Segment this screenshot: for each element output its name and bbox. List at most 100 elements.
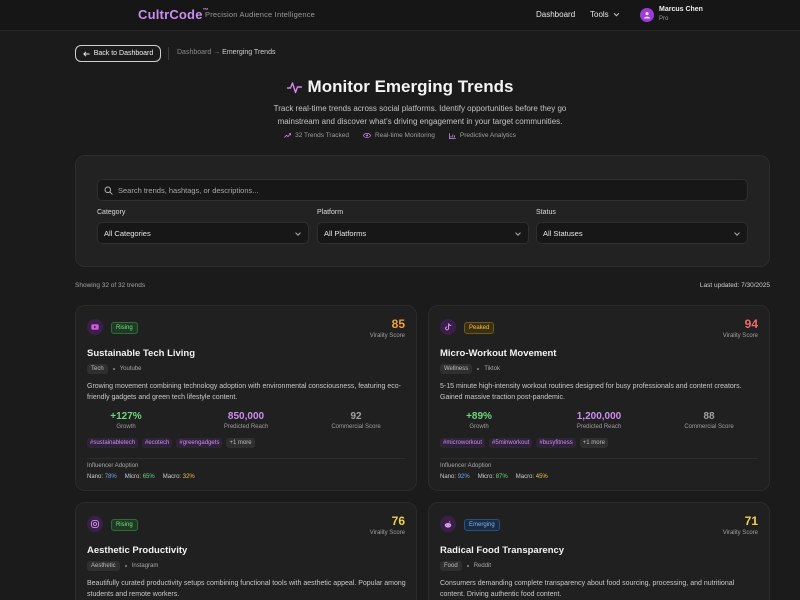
category-value: All Categories xyxy=(104,228,151,238)
search-input[interactable] xyxy=(118,185,718,195)
nano-adoption: Nano: 78% xyxy=(87,474,117,480)
chevron-down-icon xyxy=(613,10,619,17)
back-to-dashboard-button[interactable]: Back to Dashboard xyxy=(75,45,161,62)
search-box[interactable] xyxy=(97,179,748,201)
virality-score: 71 xyxy=(744,514,758,528)
status-badge: Rising xyxy=(111,322,138,334)
growth-value: +89% xyxy=(466,411,492,422)
hero-stats: 32 Trends Tracked Real-time Monitoring P… xyxy=(0,132,800,139)
breadcrumb-current: Emerging Trends xyxy=(222,49,276,56)
trend-title[interactable]: Sustainable Tech Living xyxy=(87,348,195,359)
trend-card[interactable]: Rising 76 Virality Score Aesthetic Produ… xyxy=(75,502,417,600)
arrow-left-icon xyxy=(82,50,90,57)
platform-name: Youtube xyxy=(119,366,142,372)
category-tag: Food xyxy=(440,561,462,571)
category-tag: Aesthetic xyxy=(87,561,120,571)
separator-dot xyxy=(112,368,115,370)
commercial-value: 88 xyxy=(703,411,715,422)
influencer-adoption-values: Nano: 92% Micro: 87% Macro: 45% xyxy=(440,474,548,480)
hashtag[interactable]: #busyfitness xyxy=(536,438,576,448)
top-navbar: CultrCode™ Precision Audience Intelligen… xyxy=(0,0,800,31)
platform-name: Reddit xyxy=(473,563,492,569)
brand-logo[interactable]: CultrCode™ xyxy=(138,7,209,22)
reach-metric: 850,000 Predicted Reach xyxy=(196,411,296,430)
nano-adoption: Nano: 92% xyxy=(440,474,470,480)
breadcrumb-root[interactable]: Dashboard xyxy=(177,49,211,56)
trend-title[interactable]: Micro-Workout Movement xyxy=(440,348,556,359)
reach-label: Predicted Reach xyxy=(576,424,622,430)
trend-card[interactable]: Emerging 71 Virality Score Radical Food … xyxy=(428,502,770,600)
eye-icon xyxy=(362,133,371,138)
page-description: Track real-time trends across social pla… xyxy=(273,104,567,126)
instagram-icon xyxy=(87,516,103,532)
growth-value: +127% xyxy=(110,411,142,422)
virality-score: 76 xyxy=(391,514,405,528)
reach-metric: 1,200,000 Predicted Reach xyxy=(549,411,649,430)
breadcrumb-divider xyxy=(168,47,169,60)
trend-title[interactable]: Aesthetic Productivity xyxy=(87,545,187,556)
trend-meta: Tech Youtube xyxy=(87,364,142,374)
growth-label: Growth xyxy=(116,424,136,430)
commercial-label: Commercial Score xyxy=(684,424,734,430)
status-badge: Emerging xyxy=(464,519,500,531)
commercial-value: 92 xyxy=(350,411,362,422)
status-label: Status xyxy=(536,209,556,216)
status-badge: Rising xyxy=(111,519,138,531)
commercial-metric: 88 Commercial Score xyxy=(659,411,759,430)
stat-trends-tracked: 32 Trends Tracked xyxy=(284,132,349,139)
user-plan: Pro xyxy=(659,16,669,22)
growth-label: Growth xyxy=(469,424,489,430)
more-hashtags[interactable]: +1 more xyxy=(579,438,608,448)
trend-card[interactable]: Rising 85 Virality Score Sustainable Tec… xyxy=(75,305,417,491)
breadcrumb-arrow: → xyxy=(213,49,221,56)
last-updated: Last updated: 7/30/2025 xyxy=(699,282,770,289)
virality-score-label: Virality Score xyxy=(369,530,405,536)
user-name[interactable]: Marcus Chen xyxy=(659,6,703,13)
hashtag[interactable]: #microworkout xyxy=(440,438,486,448)
user-avatar[interactable] xyxy=(640,8,654,22)
hashtag[interactable]: #ecotech xyxy=(142,438,173,448)
growth-metric: +89% Growth xyxy=(429,411,529,430)
nav-tools-menu[interactable]: Tools xyxy=(590,10,619,19)
trend-card[interactable]: Peaked 94 Virality Score Micro-Workout M… xyxy=(428,305,770,491)
separator-dot xyxy=(124,565,127,567)
influencer-adoption-title: Influencer Adoption xyxy=(440,463,492,469)
commercial-metric: 92 Commercial Score xyxy=(306,411,406,430)
trend-title[interactable]: Radical Food Transparency xyxy=(440,545,564,556)
platform-select[interactable]: All Platforms xyxy=(317,222,529,244)
breadcrumb: Dashboard → Emerging Trends xyxy=(177,49,275,56)
platform-name: Instagram xyxy=(131,563,159,569)
nav-dashboard-link[interactable]: Dashboard xyxy=(536,10,575,19)
page-title: Monitor Emerging Trends xyxy=(0,77,800,97)
virality-score-label: Virality Score xyxy=(722,530,758,536)
macro-adoption: Macro: 45% xyxy=(515,474,548,480)
separator-dot xyxy=(466,565,469,567)
virality-score-label: Virality Score xyxy=(369,333,405,339)
reach-value: 1,200,000 xyxy=(576,411,622,422)
trend-description: 5-15 minute high-intensity workout routi… xyxy=(440,383,742,401)
growth-metric: +127% Growth xyxy=(76,411,176,430)
separator-dot xyxy=(477,368,480,370)
chevron-down-icon xyxy=(515,230,521,236)
category-tag: Tech xyxy=(87,364,108,374)
macro-adoption: Macro: 32% xyxy=(162,474,195,480)
results-count: Showing 32 of 32 trends xyxy=(75,282,146,289)
chevron-down-icon xyxy=(734,230,740,236)
tiktok-icon xyxy=(440,319,456,335)
reach-label: Predicted Reach xyxy=(223,424,269,430)
more-hashtags[interactable]: +1 more xyxy=(226,438,255,448)
status-badge: Peaked xyxy=(464,322,495,334)
status-select[interactable]: All Statuses xyxy=(536,222,748,244)
search-icon xyxy=(104,186,113,195)
hashtag[interactable]: #sustainabletech xyxy=(87,438,139,448)
hashtag[interactable]: #5minworkout xyxy=(489,438,533,448)
hashtag-list: #sustainabletech #ecotech #greengadgets … xyxy=(87,438,255,448)
status-value: All Statuses xyxy=(543,228,583,238)
category-select[interactable]: All Categories xyxy=(97,222,309,244)
trend-meta: Food Reddit xyxy=(440,561,491,571)
hashtag-list: #microworkout #5minworkout #busyfitness … xyxy=(440,438,608,448)
virality-score: 94 xyxy=(744,317,758,331)
influencer-adoption-title: Influencer Adoption xyxy=(87,463,139,469)
hashtag[interactable]: #greengadgets xyxy=(176,438,223,448)
stat-realtime-monitoring: Real-time Monitoring xyxy=(362,132,435,139)
